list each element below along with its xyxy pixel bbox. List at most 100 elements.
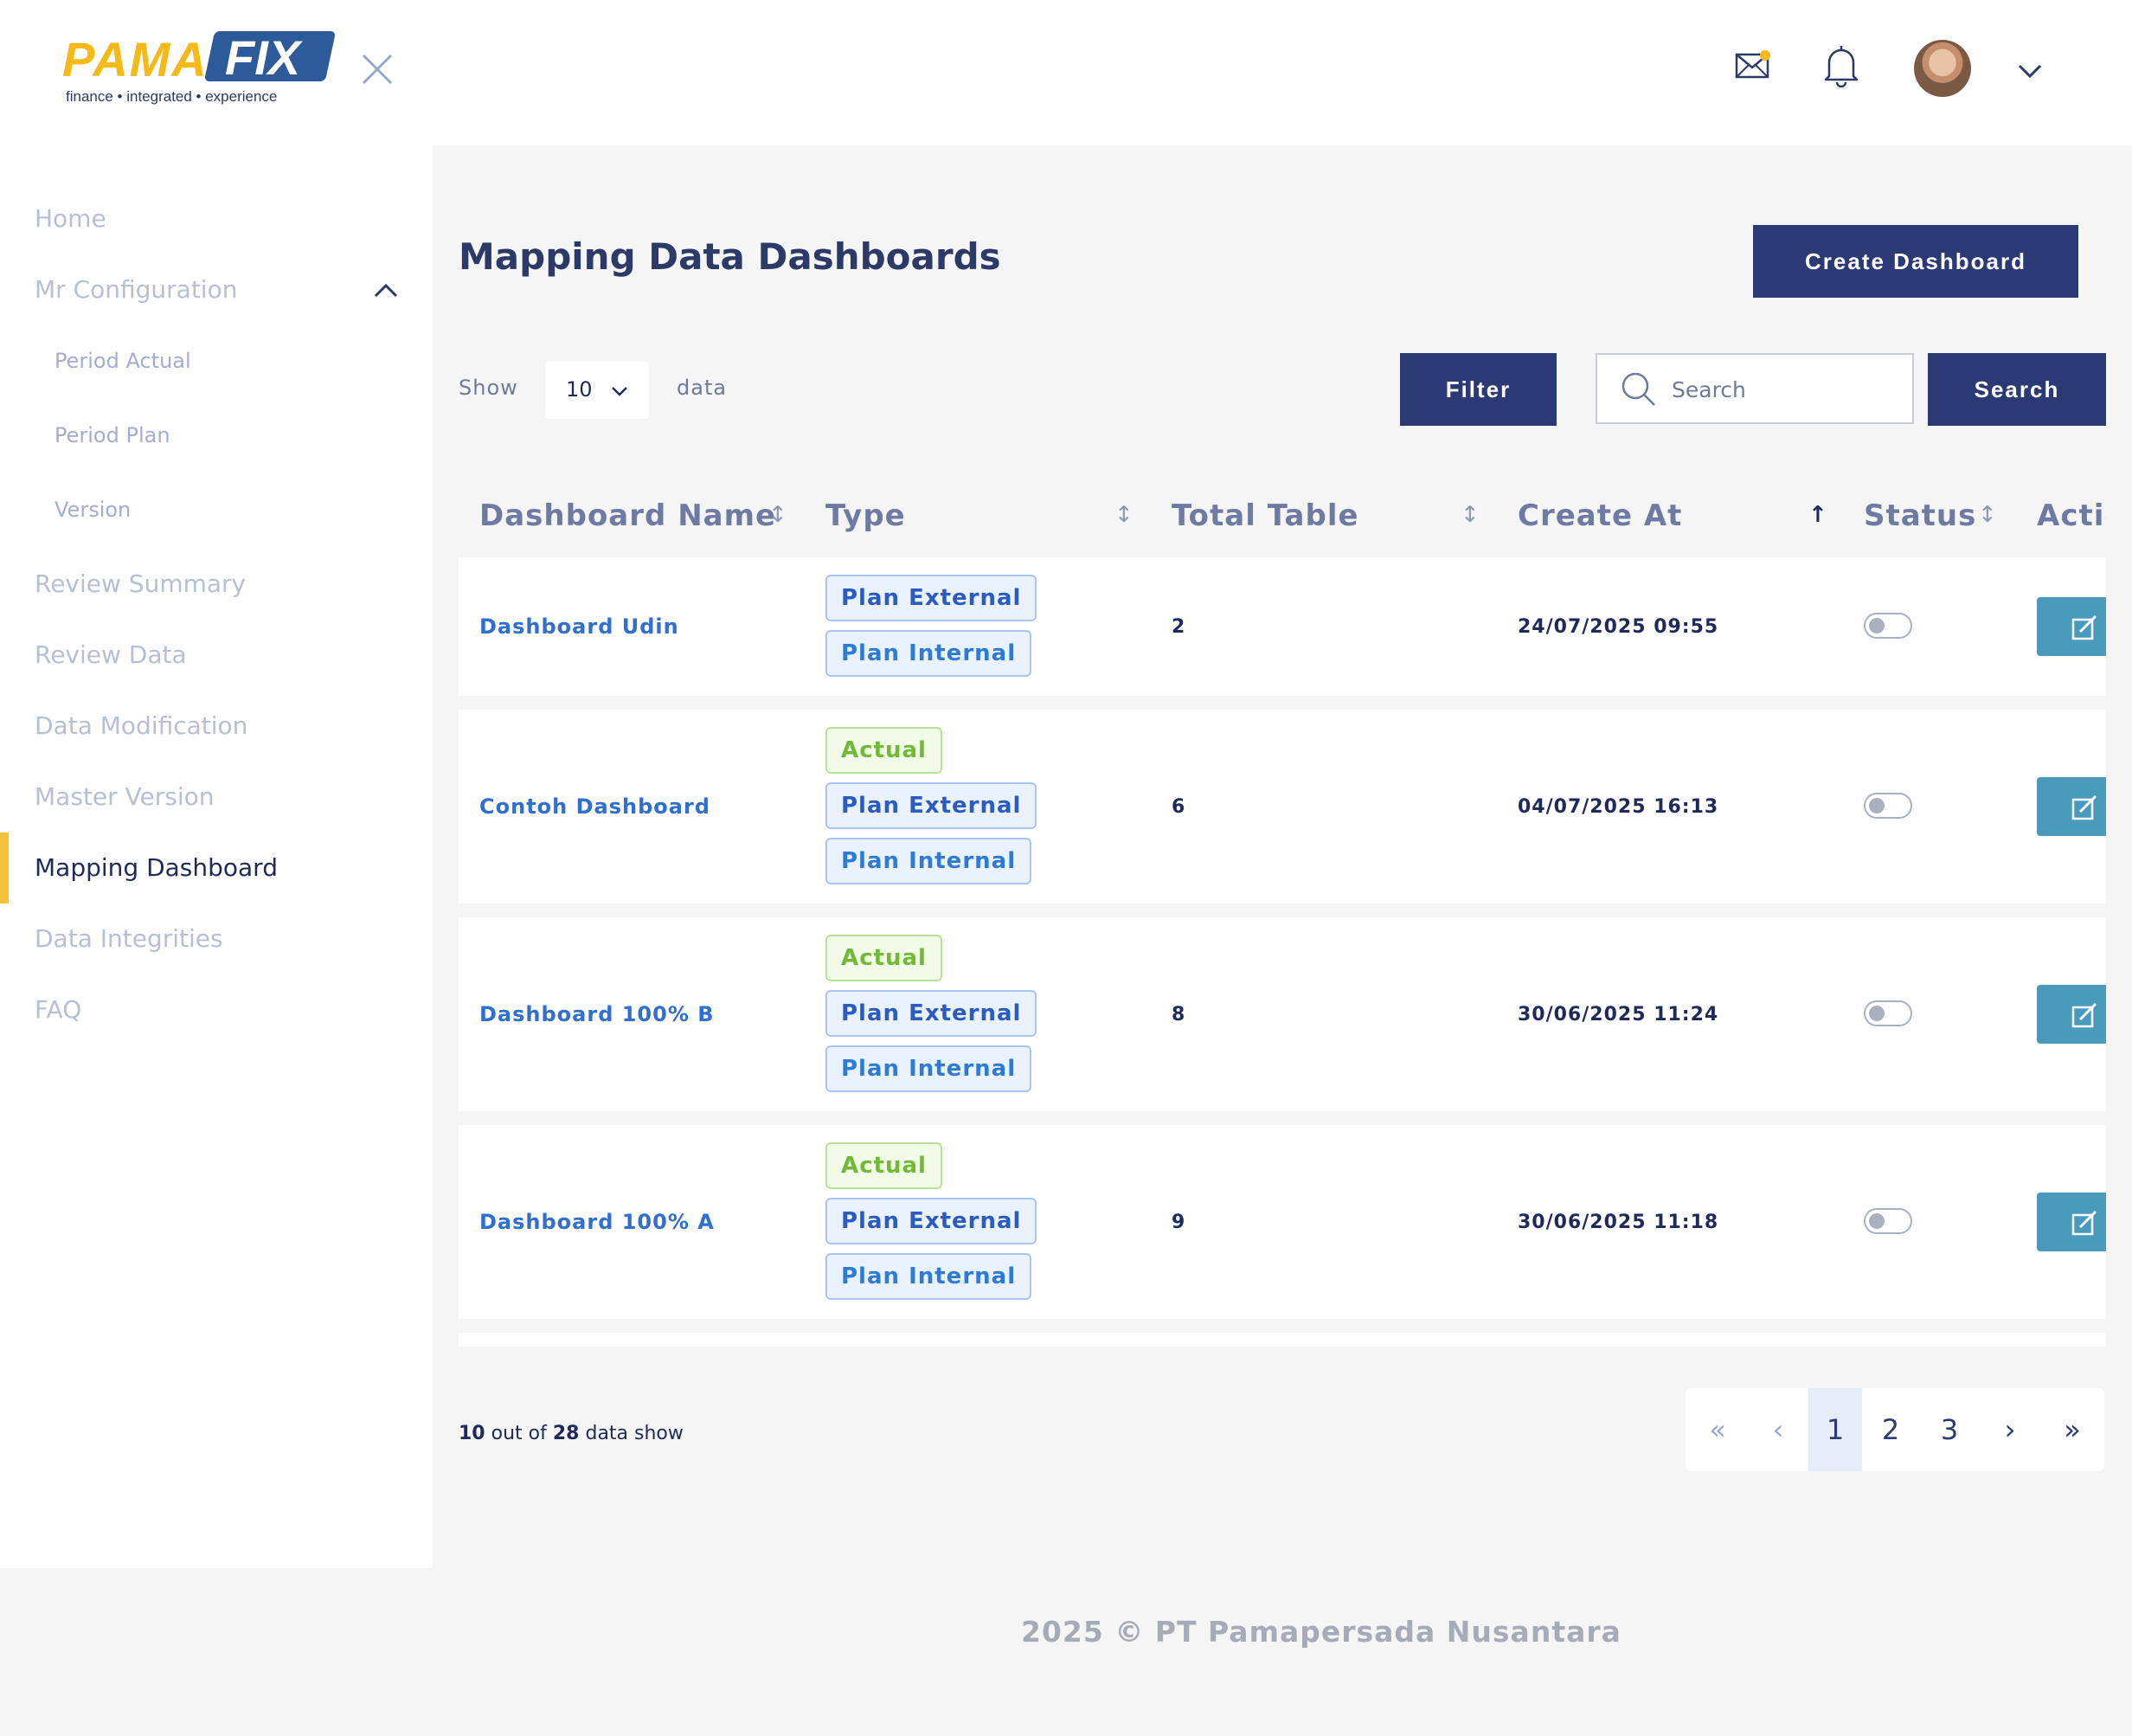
- data-label: data: [677, 376, 728, 400]
- sidebar-item-period-actual[interactable]: Period Actual: [55, 349, 191, 373]
- sort-icon[interactable]: ↕: [768, 502, 787, 528]
- type-tag: Plan Internal: [825, 1253, 1032, 1300]
- bell-icon[interactable]: [1821, 43, 1862, 88]
- status-toggle[interactable]: [1864, 613, 1912, 639]
- out-of-text: out of: [491, 1423, 547, 1444]
- brand-logo[interactable]: PAMA FIX finance • integrated • experien…: [62, 24, 339, 111]
- page-size-select[interactable]: 10: [545, 362, 649, 419]
- created-at-value: 30/06/2025 11:24: [1518, 1004, 1719, 1026]
- page-button-2[interactable]: 2: [1862, 1388, 1919, 1471]
- sort-icon[interactable]: ↕: [1978, 502, 1997, 528]
- total-count: 28: [552, 1423, 580, 1444]
- sidebar-item-faq[interactable]: FAQ: [35, 995, 81, 1024]
- type-tag: Plan External: [825, 990, 1037, 1037]
- edit-icon: [2071, 1210, 2097, 1236]
- type-tag: Plan External: [825, 1198, 1037, 1244]
- first-page-button[interactable]: «: [1686, 1388, 1750, 1471]
- shown-count: 10: [459, 1423, 485, 1444]
- top-bar: [433, 0, 2132, 145]
- type-tag: Plan Internal: [825, 838, 1032, 884]
- show-label: Show: [459, 376, 518, 400]
- sidebar-item-review-summary[interactable]: Review Summary: [35, 569, 246, 598]
- avatar[interactable]: [1914, 40, 1971, 97]
- type-tag: Plan External: [825, 782, 1037, 829]
- total-table-value: 9: [1172, 1212, 1185, 1233]
- status-toggle[interactable]: [1864, 1000, 1912, 1026]
- mail-icon[interactable]: [1734, 48, 1772, 83]
- table-row: [459, 1333, 2106, 1347]
- last-page-button[interactable]: »: [2040, 1388, 2104, 1471]
- column-header-total-table[interactable]: Total Table: [1172, 498, 1359, 533]
- created-at-value: 04/07/2025 16:13: [1518, 796, 1719, 818]
- prev-page-button[interactable]: ‹: [1750, 1388, 1807, 1471]
- dashboard-name-link[interactable]: Dashboard 100% B: [479, 1002, 715, 1026]
- edit-icon: [2071, 794, 2097, 820]
- dashboard-table: Dashboard Name ↕ Type ↕ Total Table ↕ Cr…: [459, 481, 2106, 1347]
- close-sidebar-icon[interactable]: [358, 50, 396, 88]
- dashboard-name-link[interactable]: Dashboard Udin: [479, 614, 679, 639]
- column-header-create-at[interactable]: Create At: [1518, 498, 1682, 533]
- status-toggle[interactable]: [1864, 793, 1912, 819]
- page-size-value: 10: [566, 377, 593, 402]
- table-row: Dashboard Udin Plan External Plan Intern…: [459, 557, 2106, 696]
- table-row: Contoh Dashboard Actual Plan External Pl…: [459, 710, 2106, 903]
- created-at-value: 30/06/2025 11:18: [1518, 1212, 1719, 1233]
- filter-button[interactable]: Filter: [1400, 353, 1557, 426]
- sidebar-item-home[interactable]: Home: [35, 204, 106, 233]
- edit-button[interactable]: [2037, 985, 2106, 1044]
- create-dashboard-button[interactable]: Create Dashboard: [1753, 225, 2078, 298]
- chevron-down-icon: [612, 387, 627, 396]
- sidebar: PAMA FIX finance • integrated • experien…: [0, 0, 433, 1568]
- status-toggle[interactable]: [1864, 1208, 1912, 1234]
- active-indicator: [0, 833, 9, 903]
- page-button-3[interactable]: 3: [1919, 1388, 1980, 1471]
- edit-button[interactable]: [2037, 597, 2106, 656]
- table-row: Dashboard 100% A Actual Plan External Pl…: [459, 1125, 2106, 1319]
- pagination: « ‹ 1 2 3 › »: [1686, 1388, 2104, 1471]
- footer-copyright: 2025 © PT Pamapersada Nusantara: [1021, 1615, 1621, 1649]
- search-box[interactable]: [1596, 353, 1914, 424]
- type-tag: Actual: [825, 727, 942, 774]
- chevron-down-icon[interactable]: [2014, 57, 2045, 83]
- search-input[interactable]: [1670, 369, 1898, 410]
- sidebar-item-version[interactable]: Version: [55, 498, 131, 522]
- column-header-type[interactable]: Type: [825, 498, 906, 533]
- result-count: 10 out of 28 data show: [459, 1423, 684, 1444]
- total-table-value: 6: [1172, 796, 1185, 818]
- sidebar-item-mr-configuration[interactable]: Mr Configuration: [35, 275, 237, 304]
- next-page-button[interactable]: ›: [1980, 1388, 2040, 1471]
- created-at-value: 24/07/2025 09:55: [1518, 616, 1719, 638]
- sidebar-item-review-data[interactable]: Review Data: [35, 640, 187, 669]
- sort-icon[interactable]: ↕: [1461, 502, 1480, 528]
- count-suffix: data show: [585, 1423, 684, 1444]
- type-tag: Actual: [825, 935, 942, 981]
- column-header-dashboard-name[interactable]: Dashboard Name: [479, 498, 776, 533]
- sidebar-item-mapping-dashboard[interactable]: Mapping Dashboard: [35, 853, 278, 882]
- search-icon: [1621, 372, 1655, 406]
- type-tag: Actual: [825, 1142, 942, 1189]
- sidebar-item-data-modification[interactable]: Data Modification: [35, 711, 247, 740]
- column-header-status[interactable]: Status: [1864, 498, 1976, 533]
- edit-button[interactable]: [2037, 1193, 2106, 1251]
- edit-button[interactable]: [2037, 777, 2106, 836]
- page-button-1[interactable]: 1: [1808, 1388, 1862, 1471]
- total-table-value: 2: [1172, 616, 1185, 638]
- search-button[interactable]: Search: [1928, 353, 2106, 426]
- sidebar-item-master-version[interactable]: Master Version: [35, 782, 214, 811]
- logo-tagline: finance • integrated • experience: [66, 88, 278, 105]
- edit-icon: [2071, 614, 2097, 640]
- dashboard-name-link[interactable]: Dashboard 100% A: [479, 1210, 715, 1234]
- edit-icon: [2071, 1002, 2097, 1028]
- chevron-up-icon[interactable]: [370, 275, 401, 306]
- type-tag: Plan External: [825, 575, 1037, 621]
- total-table-value: 8: [1172, 1004, 1185, 1026]
- logo-text-fix: FIX: [225, 30, 301, 85]
- sort-ascending-icon[interactable]: ↑: [1808, 502, 1827, 528]
- sidebar-item-data-integrities[interactable]: Data Integrities: [35, 924, 223, 953]
- dashboard-name-link[interactable]: Contoh Dashboard: [479, 794, 710, 819]
- sidebar-item-period-plan[interactable]: Period Plan: [55, 423, 170, 447]
- type-tag: Plan Internal: [825, 1045, 1032, 1092]
- logo-text-pama: PAMA: [62, 32, 209, 87]
- table-row: Dashboard 100% B Actual Plan External Pl…: [459, 917, 2106, 1111]
- sort-icon[interactable]: ↕: [1114, 502, 1133, 528]
